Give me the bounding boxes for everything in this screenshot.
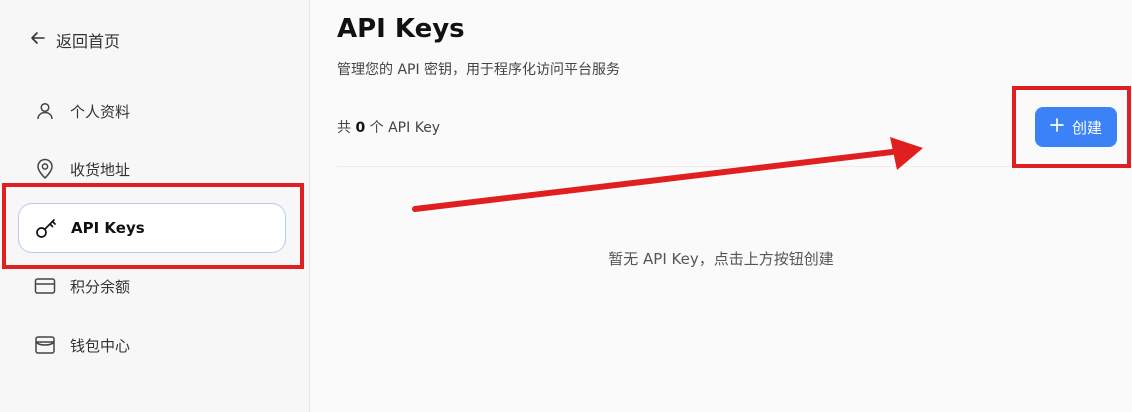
annotation-arrow bbox=[412, 137, 923, 212]
